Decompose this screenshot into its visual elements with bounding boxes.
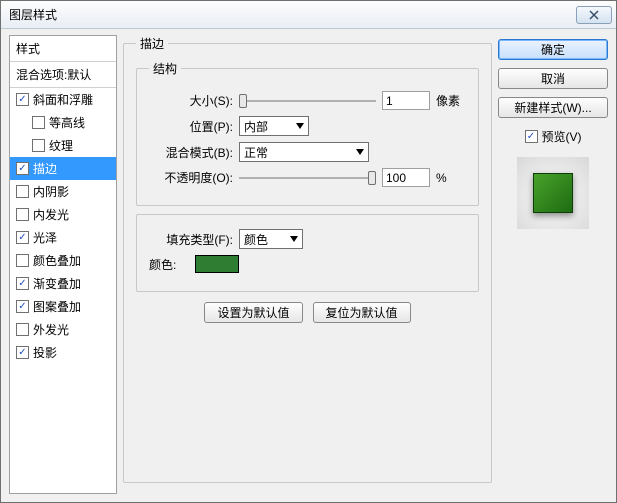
style-label: 内发光: [33, 206, 69, 223]
style-item-8[interactable]: 渐变叠加: [10, 272, 116, 295]
structure-group: 结构 大小(S): 像素 位置(P): 内部: [136, 60, 479, 206]
stroke-group-legend: 描边: [136, 35, 168, 52]
size-unit: 像素: [436, 92, 466, 109]
blendmode-combo[interactable]: 正常: [239, 142, 369, 162]
style-checkbox[interactable]: [32, 139, 45, 152]
filltype-combo[interactable]: 颜色: [239, 229, 303, 249]
new-style-button[interactable]: 新建样式(W)...: [498, 97, 608, 118]
titlebar: 图层样式: [1, 1, 616, 29]
close-icon: [589, 10, 599, 20]
style-checkbox[interactable]: [16, 346, 29, 359]
preview-label: 预览(V): [542, 128, 582, 145]
style-checkbox[interactable]: [16, 93, 29, 106]
stroke-group: 描边 结构 大小(S): 像素 位置(P): 内部: [123, 35, 492, 483]
structure-legend: 结构: [149, 60, 181, 77]
style-list: 斜面和浮雕等高线纹理描边内阴影内发光光泽颜色叠加渐变叠加图案叠加外发光投影: [10, 88, 116, 493]
window-title: 图层样式: [9, 6, 576, 23]
style-label: 渐变叠加: [33, 275, 81, 292]
style-item-9[interactable]: 图案叠加: [10, 295, 116, 318]
blend-options-item[interactable]: 混合选项:默认: [10, 62, 116, 88]
opacity-label: 不透明度(O):: [149, 169, 233, 186]
style-item-4[interactable]: 内阴影: [10, 180, 116, 203]
position-label: 位置(P):: [149, 118, 233, 135]
color-swatch[interactable]: [195, 255, 239, 273]
style-checkbox[interactable]: [16, 185, 29, 198]
position-combo[interactable]: 内部: [239, 116, 309, 136]
style-label: 内阴影: [33, 183, 69, 200]
ok-button[interactable]: 确定: [498, 39, 608, 60]
settings-panel: 描边 结构 大小(S): 像素 位置(P): 内部: [123, 35, 492, 494]
size-label: 大小(S):: [149, 92, 233, 109]
style-label: 斜面和浮雕: [33, 91, 93, 108]
style-label: 光泽: [33, 229, 57, 246]
style-item-11[interactable]: 投影: [10, 341, 116, 364]
style-label: 图案叠加: [33, 298, 81, 315]
color-label: 颜色:: [149, 256, 189, 273]
style-checkbox[interactable]: [16, 162, 29, 175]
preview-thumbnail: [517, 157, 589, 229]
style-checkbox[interactable]: [32, 116, 45, 129]
chevron-down-icon: [296, 123, 304, 129]
style-item-0[interactable]: 斜面和浮雕: [10, 88, 116, 111]
preview-swatch: [533, 173, 573, 213]
style-label: 外发光: [33, 321, 69, 338]
style-label: 等高线: [49, 114, 85, 131]
filltype-label: 填充类型(F):: [149, 231, 233, 248]
style-checkbox[interactable]: [16, 254, 29, 267]
style-label: 描边: [33, 160, 57, 177]
style-item-7[interactable]: 颜色叠加: [10, 249, 116, 272]
style-item-10[interactable]: 外发光: [10, 318, 116, 341]
style-checkbox[interactable]: [16, 300, 29, 313]
preview-checkbox[interactable]: [525, 130, 538, 143]
opacity-unit: %: [436, 171, 466, 185]
right-panel: 确定 取消 新建样式(W)... 预览(V): [498, 35, 608, 494]
style-label: 纹理: [49, 137, 73, 154]
close-button[interactable]: [576, 6, 612, 24]
cancel-button[interactable]: 取消: [498, 68, 608, 89]
style-item-6[interactable]: 光泽: [10, 226, 116, 249]
make-default-button[interactable]: 设置为默认值: [204, 302, 302, 323]
style-item-2[interactable]: 纹理: [10, 134, 116, 157]
style-checkbox[interactable]: [16, 231, 29, 244]
style-item-1[interactable]: 等高线: [10, 111, 116, 134]
style-item-3[interactable]: 描边: [10, 157, 116, 180]
style-label: 颜色叠加: [33, 252, 81, 269]
chevron-down-icon: [356, 149, 364, 155]
opacity-input[interactable]: [382, 168, 430, 187]
size-slider[interactable]: [239, 92, 376, 110]
layer-style-dialog: 图层样式 样式 混合选项:默认 斜面和浮雕等高线纹理描边内阴影内发光光泽颜色叠加…: [0, 0, 617, 503]
size-input[interactable]: [382, 91, 430, 110]
chevron-down-icon: [290, 236, 298, 242]
style-label: 投影: [33, 344, 57, 361]
blendmode-label: 混合模式(B):: [149, 144, 233, 161]
style-checkbox[interactable]: [16, 323, 29, 336]
styles-panel: 样式 混合选项:默认 斜面和浮雕等高线纹理描边内阴影内发光光泽颜色叠加渐变叠加图…: [9, 35, 117, 494]
style-checkbox[interactable]: [16, 277, 29, 290]
fill-group: 填充类型(F): 颜色 颜色:: [136, 214, 479, 292]
style-item-5[interactable]: 内发光: [10, 203, 116, 226]
styles-header: 样式: [10, 36, 116, 62]
style-checkbox[interactable]: [16, 208, 29, 221]
reset-default-button[interactable]: 复位为默认值: [313, 302, 411, 323]
opacity-slider[interactable]: [239, 169, 376, 187]
